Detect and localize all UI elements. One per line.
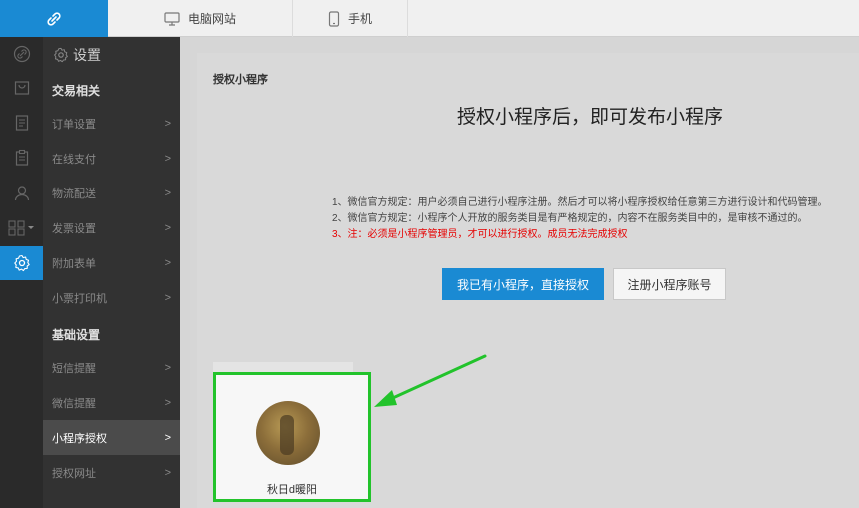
chevron-right-icon: >	[164, 256, 171, 269]
link-icon	[47, 11, 61, 26]
sidebar-header: 设置	[43, 37, 180, 72]
headline: 授权小程序后，即可发布小程序	[456, 107, 723, 128]
rule-2: 2、微信官方规定：小程序个人开放的服务类目是有严格规定的，内容不在服务类目中的，…	[332, 213, 808, 224]
user-icon	[14, 186, 29, 201]
sidebar-item-label: 短信提醒	[52, 362, 96, 375]
sidebar-item-logistics[interactable]: 物流配送 >	[43, 175, 180, 210]
grid-icon	[7, 220, 34, 236]
tab-pc-site-label: 电脑网站	[187, 12, 236, 26]
rail-settings[interactable]	[0, 246, 43, 280]
gear-icon	[13, 254, 30, 272]
group-basic: 基础设置	[52, 328, 101, 342]
bag-icon	[14, 81, 29, 95]
sidebar-item-miniprogram-auth[interactable]: 小程序授权 >	[43, 420, 180, 455]
sidebar-item-extra-form[interactable]: 附加表单 >	[43, 245, 180, 280]
register-button[interactable]: 注册小程序账号	[613, 268, 726, 300]
chevron-right-icon: >	[164, 291, 171, 304]
phone-icon	[328, 10, 340, 27]
gear-icon	[54, 47, 68, 62]
sidebar-item-online-payment[interactable]: 在线支付 >	[43, 141, 180, 176]
sidebar-item-label: 授权网址	[52, 467, 96, 480]
avatar	[256, 401, 320, 465]
logo[interactable]	[0, 0, 108, 37]
sidebar-item-receipt-printer[interactable]: 小票打印机 >	[43, 280, 180, 315]
chevron-right-icon: >	[164, 396, 171, 409]
rail-user[interactable]	[0, 176, 43, 210]
chevron-right-icon: >	[164, 152, 171, 165]
sidebar-item-label: 附加表单	[52, 257, 96, 270]
tab-mobile-label: 手机	[347, 12, 372, 26]
rail-bag[interactable]	[0, 71, 43, 105]
arrow-icon	[374, 354, 487, 407]
chevron-right-icon: >	[164, 361, 171, 374]
chevron-right-icon: >	[164, 431, 171, 444]
sidebar-item-invoice[interactable]: 发票设置 >	[43, 210, 180, 245]
account-name: 秋日d暖阳	[266, 484, 318, 496]
clipboard-icon	[15, 149, 28, 166]
sidebar-item-label: 发票设置	[52, 222, 96, 235]
card-shadow	[213, 362, 353, 372]
sidebar-item-label: 物流配送	[52, 187, 96, 200]
panel-title: 授权小程序	[213, 74, 268, 86]
sidebar-item-auth-url[interactable]: 授权网址 >	[43, 455, 180, 490]
sidebar-title: 设置	[73, 46, 101, 63]
sidebar-item-label: 小票打印机	[52, 292, 107, 305]
chevron-right-icon: >	[164, 186, 171, 199]
chevron-right-icon: >	[164, 221, 171, 234]
rule-1: 1、微信官方规定：用户必须自己进行小程序注册。然后才可以将小程序授权给任意第三方…	[332, 197, 828, 208]
rail-grid[interactable]	[0, 211, 43, 245]
tab-mobile[interactable]: 手机	[293, 0, 408, 37]
account-card[interactable]: 秋日d暖阳	[213, 372, 371, 502]
sidebar-item-wechat-notify[interactable]: 微信提醒 >	[43, 385, 180, 420]
rules-list: 1、微信官方规定：用户必须自己进行小程序注册。然后才可以将小程序授权给任意第三方…	[332, 195, 828, 243]
sidebar-item-label: 微信提醒	[52, 397, 96, 410]
group-trade: 交易相关	[52, 84, 101, 98]
chevron-right-icon: >	[164, 466, 171, 479]
monitor-icon	[164, 11, 180, 26]
rail-link[interactable]	[0, 37, 43, 71]
sidebar-item-label: 在线支付	[52, 153, 96, 166]
sidebar-item-label: 小程序授权	[52, 432, 107, 445]
rail-clipboard[interactable]	[0, 141, 43, 175]
sidebar-item-sms[interactable]: 短信提醒 >	[43, 350, 180, 385]
link-icon	[13, 45, 30, 63]
rule-3-warning: 3、注：必须是小程序管理员，才可以进行授权。成员无法完成授权	[332, 229, 628, 240]
tab-pc-site[interactable]: 电脑网站	[108, 0, 293, 37]
top-bar: 电脑网站 手机	[0, 0, 859, 37]
authorize-button[interactable]: 我已有小程序，直接授权	[442, 268, 604, 300]
